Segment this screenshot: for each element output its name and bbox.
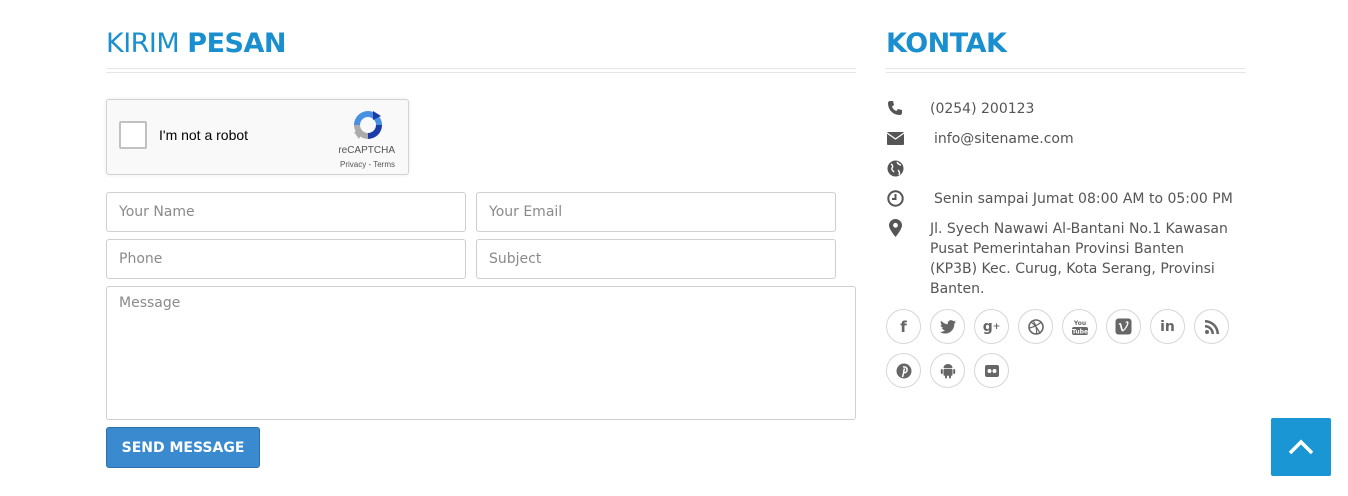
- twitter-icon[interactable]: [930, 309, 965, 344]
- heading-divider: [106, 68, 856, 73]
- android-icon[interactable]: [930, 353, 965, 388]
- send-message-button[interactable]: SEND MESSAGE: [106, 427, 260, 468]
- dribbble-icon[interactable]: [1018, 309, 1053, 344]
- contact-phone: (0254) 200123: [930, 101, 1035, 117]
- contact-heading: KONTAK: [886, 28, 1007, 59]
- clock-icon: [886, 189, 904, 207]
- rss-icon[interactable]: [1194, 309, 1229, 344]
- name-input[interactable]: [106, 192, 466, 232]
- contact-website-row: [886, 159, 904, 177]
- email-input[interactable]: [476, 192, 836, 232]
- google-plus-icon[interactable]: g +: [974, 309, 1009, 344]
- flickr-icon[interactable]: [974, 353, 1009, 388]
- chevron-up-icon: [1288, 439, 1314, 455]
- back-to-top-button[interactable]: [1271, 418, 1331, 476]
- svg-text:Tube: Tube: [1071, 328, 1087, 335]
- contact-hours: Senin sampai Jumat 08:00 AM to 05:00 PM: [934, 191, 1233, 207]
- recaptcha-checkbox[interactable]: [119, 121, 147, 149]
- youtube-icon[interactable]: You Tube: [1062, 309, 1097, 344]
- phone-icon: [886, 99, 904, 117]
- contact-address-row: Jl. Syech Nawawi Al-Bantani No.1 Kawasan…: [886, 219, 1230, 299]
- contact-email-row: info@sitename.com: [886, 129, 1074, 149]
- recaptcha-widget: I'm not a robot reCAPTCHA Privacy - Term…: [106, 99, 409, 175]
- svg-text:You: You: [1072, 320, 1085, 327]
- envelope-icon: [886, 129, 904, 147]
- facebook-icon[interactable]: f: [886, 309, 921, 344]
- globe-icon: [886, 159, 904, 177]
- recaptcha-brand: reCAPTCHA: [338, 145, 395, 156]
- map-marker-icon: [886, 219, 904, 237]
- vimeo-icon[interactable]: [1106, 309, 1141, 344]
- contact-phone-row: (0254) 200123: [886, 99, 1034, 119]
- form-heading: KIRIM PESAN: [106, 28, 286, 59]
- message-textarea[interactable]: [106, 286, 856, 420]
- linkedin-icon[interactable]: in: [1150, 309, 1185, 344]
- pinterest-icon[interactable]: [886, 353, 921, 388]
- recaptcha-logo-icon: [354, 111, 382, 139]
- recaptcha-links[interactable]: Privacy - Terms: [340, 160, 395, 169]
- subject-input[interactable]: [476, 239, 836, 279]
- form-heading-bold: PESAN: [187, 28, 286, 59]
- form-heading-light: KIRIM: [106, 28, 180, 59]
- recaptcha-label: I'm not a robot: [159, 127, 249, 143]
- contact-hours-row: Senin sampai Jumat 08:00 AM to 05:00 PM: [886, 189, 1233, 209]
- phone-input[interactable]: [106, 239, 466, 279]
- contact-email[interactable]: info@sitename.com: [934, 129, 1074, 149]
- contact-heading-divider: [886, 68, 1246, 73]
- contact-address: Jl. Syech Nawawi Al-Bantani No.1 Kawasan…: [930, 221, 1228, 297]
